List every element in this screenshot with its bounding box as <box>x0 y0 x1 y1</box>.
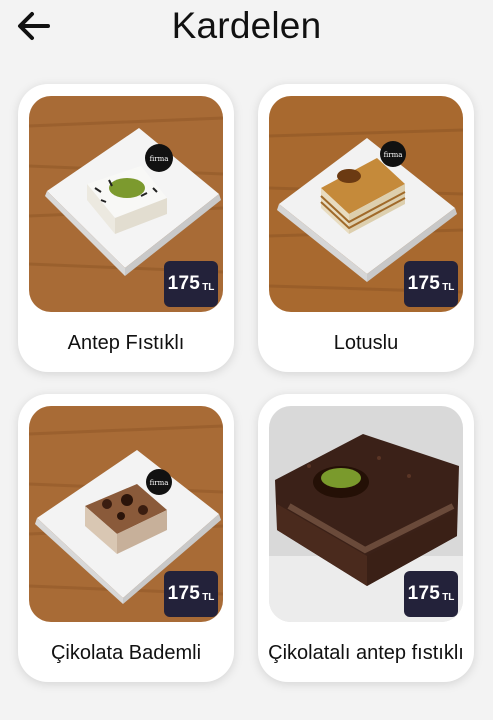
chocolate-pistachio-cake-photo: 175 TL <box>269 406 463 622</box>
product-card-antep-fistikli[interactable]: firma 175 TL Antep Fıstıklı <box>18 84 234 372</box>
product-name: Çikolata Bademli <box>50 641 202 664</box>
product-name: Çikolatalı antep fıstıklı <box>268 641 464 664</box>
currency-label: TL <box>442 282 455 293</box>
svg-text:firma: firma <box>150 479 169 487</box>
price-badge: 175 TL <box>164 261 218 307</box>
product-card-lotuslu[interactable]: firma 175 TL Lotuslu <box>258 84 474 372</box>
product-name: Lotuslu <box>333 331 399 354</box>
product-grid: firma 175 TL Antep Fıstıklı firma 175 TL… <box>18 84 474 682</box>
lotus-cake-photo: firma 175 TL <box>269 96 463 312</box>
price-badge: 175 TL <box>404 571 458 617</box>
pistachio-cake-photo: firma 175 TL <box>29 96 223 312</box>
price-value: 175 <box>407 273 441 294</box>
price-badge: 175 TL <box>404 261 458 307</box>
chocolate-almond-cake-photo: firma 175 TL <box>29 406 223 622</box>
header: Kardelen <box>0 0 493 56</box>
product-name: Antep Fıstıklı <box>67 331 185 354</box>
currency-label: TL <box>202 282 215 293</box>
price-value: 175 <box>167 273 201 294</box>
product-card-cikolatali-antep-fistikli[interactable]: 175 TL Çikolatalı antep fıstıklı <box>258 394 474 682</box>
currency-label: TL <box>442 592 455 603</box>
currency-label: TL <box>202 592 215 603</box>
price-badge: 175 TL <box>164 571 218 617</box>
svg-text:firma: firma <box>150 155 169 163</box>
page-title: Kardelen <box>171 5 322 46</box>
price-value: 175 <box>407 583 441 604</box>
product-card-cikolata-bademli[interactable]: firma 175 TL Çikolata Bademli <box>18 394 234 682</box>
price-value: 175 <box>167 583 201 604</box>
svg-text:firma: firma <box>384 151 403 159</box>
